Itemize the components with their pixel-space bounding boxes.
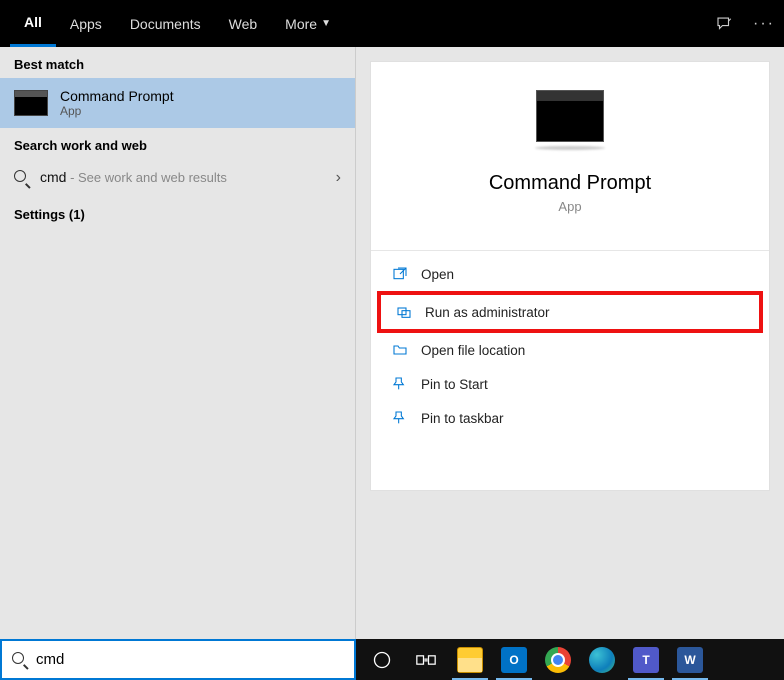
best-match-subtitle: App xyxy=(60,104,174,118)
word-icon: W xyxy=(677,647,703,673)
search-web-hint: - See work and web results xyxy=(66,170,226,185)
shield-icon xyxy=(395,303,413,321)
action-open-file-location[interactable]: Open file location xyxy=(371,333,769,367)
pin-taskbar-icon xyxy=(391,409,409,427)
action-pin-to-start[interactable]: Pin to Start xyxy=(371,367,769,401)
taskbar: O T W xyxy=(356,639,784,680)
feedback-icon[interactable] xyxy=(704,0,744,47)
taskbar-chrome[interactable] xyxy=(536,639,580,680)
chevron-down-icon: ▼ xyxy=(321,18,331,29)
taskbar-file-explorer[interactable] xyxy=(448,639,492,680)
action-pin-to-start-label: Pin to Start xyxy=(421,377,488,392)
preview-card: Command Prompt App Open Run as administr… xyxy=(370,61,770,491)
tab-all[interactable]: All xyxy=(10,0,56,47)
tab-web[interactable]: Web xyxy=(215,0,272,47)
preview-title: Command Prompt xyxy=(371,172,769,195)
action-open-label: Open xyxy=(421,267,454,282)
tab-documents[interactable]: Documents xyxy=(116,0,215,47)
best-match-item[interactable]: Command Prompt App xyxy=(0,78,355,128)
tab-more[interactable]: More ▼ xyxy=(271,0,345,47)
search-web-query: cmd xyxy=(40,169,66,185)
search-web-item[interactable]: cmd - See work and web results › xyxy=(0,159,355,197)
pin-start-icon xyxy=(391,375,409,393)
taskbar-task-view[interactable] xyxy=(404,639,448,680)
action-pin-to-taskbar-label: Pin to taskbar xyxy=(421,411,504,426)
folder-icon xyxy=(391,341,409,359)
outlook-icon: O xyxy=(501,647,527,673)
search-box-icon xyxy=(12,652,28,668)
best-match-header: Best match xyxy=(0,47,355,78)
file-explorer-icon xyxy=(457,647,483,673)
taskbar-edge[interactable] xyxy=(580,639,624,680)
results-panel: Best match Command Prompt App Search wor… xyxy=(0,47,356,639)
command-prompt-icon xyxy=(14,90,48,116)
taskbar-word[interactable]: W xyxy=(668,639,712,680)
action-open[interactable]: Open xyxy=(371,257,769,291)
teams-icon: T xyxy=(633,647,659,673)
action-pin-to-taskbar[interactable]: Pin to taskbar xyxy=(371,401,769,435)
chrome-icon xyxy=(545,647,571,673)
action-open-file-location-label: Open file location xyxy=(421,343,525,358)
settings-header: Settings (1) xyxy=(0,197,355,228)
search-icon xyxy=(14,170,30,186)
open-icon xyxy=(391,265,409,283)
best-match-title: Command Prompt xyxy=(60,88,174,104)
taskbar-teams[interactable]: T xyxy=(624,639,668,680)
action-run-administrator[interactable]: Run as administrator xyxy=(381,295,759,329)
preview-subtitle: App xyxy=(371,199,769,214)
search-box[interactable] xyxy=(0,639,356,680)
taskbar-outlook[interactable]: O xyxy=(492,639,536,680)
preview-panel: Command Prompt App Open Run as administr… xyxy=(356,47,784,639)
search-work-web-header: Search work and web xyxy=(0,128,355,159)
action-run-administrator-label: Run as administrator xyxy=(425,305,550,320)
search-tabs: All Apps Documents Web More ▼ ··· xyxy=(0,0,784,47)
preview-app-icon xyxy=(536,90,604,142)
icon-shadow xyxy=(535,146,605,150)
tab-more-label: More xyxy=(285,16,317,32)
chevron-right-icon: › xyxy=(336,169,341,187)
more-options-icon[interactable]: ··· xyxy=(744,0,784,47)
bottom-bar: O T W xyxy=(0,639,784,680)
edge-icon xyxy=(589,647,615,673)
annotation-highlight: Run as administrator xyxy=(377,291,763,333)
tab-apps[interactable]: Apps xyxy=(56,0,116,47)
search-input[interactable] xyxy=(36,651,344,668)
taskbar-cortana[interactable] xyxy=(360,639,404,680)
